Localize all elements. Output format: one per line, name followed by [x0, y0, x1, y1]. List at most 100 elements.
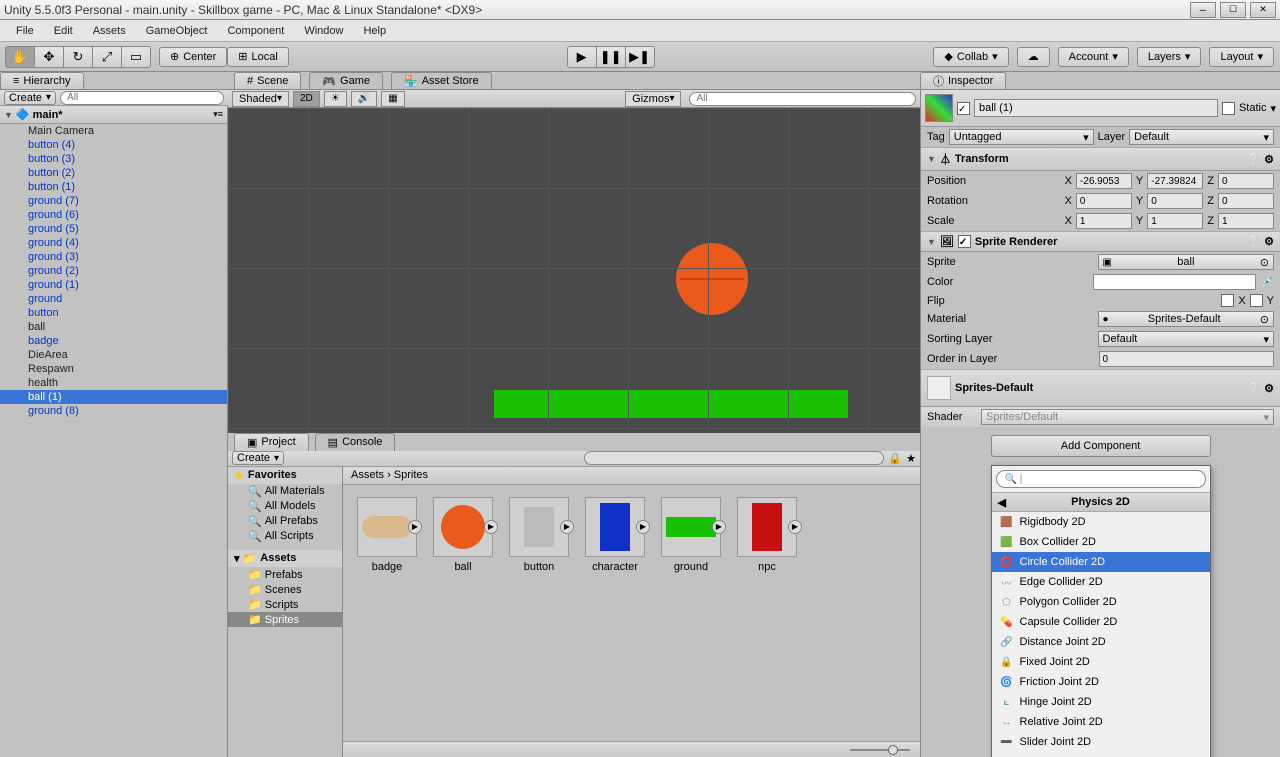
menu-assets[interactable]: Assets — [85, 23, 134, 39]
component-menu-item[interactable]: ➖Slider Joint 2D — [992, 732, 1210, 752]
rotation-z[interactable] — [1218, 193, 1274, 209]
menu-component[interactable]: Component — [219, 23, 292, 39]
gameobject-icon[interactable] — [925, 94, 953, 122]
asset-expand-icon[interactable]: ▶ — [408, 520, 422, 534]
hierarchy-item[interactable]: Respawn — [0, 362, 227, 376]
menu-file[interactable]: File — [8, 23, 42, 39]
hierarchy-item[interactable]: ground (2) — [0, 264, 227, 278]
move-tool[interactable]: ✥ — [34, 46, 64, 68]
favorite-item[interactable]: 🔍All Scripts — [228, 529, 342, 544]
hierarchy-item[interactable]: button (4) — [0, 138, 227, 152]
hierarchy-item[interactable]: button — [0, 306, 227, 320]
asset-expand-icon[interactable]: ▶ — [788, 520, 802, 534]
favorite-item[interactable]: 🔍All Models — [228, 499, 342, 514]
cloud-button[interactable]: ☁ — [1017, 47, 1050, 67]
transform-header[interactable]: ▼⏃ Transform❔ ⚙ — [921, 147, 1280, 171]
folder-item[interactable]: 📁 Scripts — [228, 597, 342, 612]
fx-toggle[interactable]: ▦ — [381, 91, 404, 107]
asset-item[interactable]: ▶npc — [735, 497, 799, 573]
scale-z[interactable] — [1218, 213, 1274, 229]
hierarchy-item[interactable]: badge — [0, 334, 227, 348]
hierarchy-item[interactable]: button (2) — [0, 166, 227, 180]
gameobject-name-input[interactable] — [974, 99, 1218, 117]
component-menu-item[interactable]: 💊Capsule Collider 2D — [992, 612, 1210, 632]
color-picker[interactable] — [1093, 274, 1257, 290]
asset-item[interactable]: ▶button — [507, 497, 571, 573]
shading-mode-dropdown[interactable]: Shaded ▾ — [232, 91, 289, 107]
hierarchy-tab[interactable]: ≡ Hierarchy — [0, 72, 84, 89]
project-search-input[interactable] — [584, 451, 884, 465]
add-component-button[interactable]: Add Component — [991, 435, 1211, 457]
component-search-input[interactable]: 🔍 | — [996, 470, 1206, 488]
asset-item[interactable]: ▶character — [583, 497, 647, 573]
inspector-tab[interactable]: ⓘ Inspector — [920, 72, 1006, 89]
hand-tool[interactable]: ✋ — [5, 46, 35, 68]
hierarchy-item[interactable]: ground (4) — [0, 236, 227, 250]
material-header[interactable]: Sprites-Default❔ ⚙ — [921, 369, 1280, 407]
menu-edit[interactable]: Edit — [46, 23, 81, 39]
asset-expand-icon[interactable]: ▶ — [636, 520, 650, 534]
asset-expand-icon[interactable]: ▶ — [484, 520, 498, 534]
rotation-x[interactable] — [1076, 193, 1132, 209]
favorite-item[interactable]: 🔍All Prefabs — [228, 514, 342, 529]
close-button[interactable]: ✕ — [1250, 2, 1276, 18]
hierarchy-scene-row[interactable]: ▼🔷 main*▾≡ — [0, 106, 227, 124]
component-menu-item[interactable]: 🔗Distance Joint 2D — [992, 632, 1210, 652]
hierarchy-item[interactable]: ball (1) — [0, 390, 227, 404]
flip-x-checkbox[interactable] — [1221, 294, 1234, 307]
component-menu-item[interactable]: ⭕Circle Collider 2D — [992, 552, 1210, 572]
lighting-toggle[interactable]: ☀ — [324, 91, 347, 107]
play-button[interactable]: ▶ — [567, 46, 597, 68]
assets-header[interactable]: ▾ 📁 Assets — [228, 550, 342, 567]
shader-dropdown[interactable]: Sprites/Default▾ — [981, 409, 1274, 425]
hierarchy-item[interactable]: ground (1) — [0, 278, 227, 292]
hierarchy-item[interactable]: button (3) — [0, 152, 227, 166]
component-menu-item[interactable]: 〰Edge Collider 2D — [992, 572, 1210, 592]
rect-tool[interactable]: ▭ — [121, 46, 151, 68]
component-menu-item[interactable]: 🟫Rigidbody 2D — [992, 512, 1210, 532]
back-icon[interactable]: ◀ — [998, 496, 1006, 509]
hierarchy-item[interactable]: ground (7) — [0, 194, 227, 208]
hierarchy-create-button[interactable]: Create ▾ — [4, 91, 56, 105]
2d-toggle[interactable]: 2D — [293, 91, 320, 107]
gameobject-active-checkbox[interactable] — [957, 102, 970, 115]
component-menu-item[interactable]: 〰Spring Joint 2D — [992, 752, 1210, 757]
project-create-button[interactable]: Create ▾ — [232, 451, 284, 465]
maximize-button[interactable]: ☐ — [1220, 2, 1246, 18]
component-menu-item[interactable]: ⟀Hinge Joint 2D — [992, 692, 1210, 712]
layers-button[interactable]: Layers ▾ — [1137, 47, 1202, 67]
hierarchy-item[interactable]: ground (5) — [0, 222, 227, 236]
folder-item[interactable]: 📁 Prefabs — [228, 567, 342, 582]
console-tab[interactable]: ▤ Console — [315, 433, 396, 451]
minimize-button[interactable]: ─ — [1190, 2, 1216, 18]
hierarchy-item[interactable]: ground (6) — [0, 208, 227, 222]
position-y[interactable] — [1147, 173, 1203, 189]
folder-item[interactable]: 📁 Sprites — [228, 612, 342, 627]
asset-expand-icon[interactable]: ▶ — [560, 520, 574, 534]
scene-object-ball[interactable] — [676, 243, 748, 315]
static-checkbox[interactable] — [1222, 102, 1235, 115]
component-menu-item[interactable]: 🟩Box Collider 2D — [992, 532, 1210, 552]
favorites-header[interactable]: ★Favorites — [228, 467, 342, 484]
sorting-layer-dropdown[interactable]: Default▾ — [1098, 331, 1275, 347]
rotate-tool[interactable]: ↻ — [63, 46, 93, 68]
hierarchy-item[interactable]: ground (3) — [0, 250, 227, 264]
scene-search-input[interactable] — [689, 92, 916, 106]
position-z[interactable] — [1218, 173, 1274, 189]
project-breadcrumb[interactable]: Assets › Sprites — [343, 467, 920, 485]
scene-viewport[interactable] — [228, 108, 920, 433]
scale-tool[interactable]: ⤢ — [92, 46, 122, 68]
component-menu-item[interactable]: ⬠Polygon Collider 2D — [992, 592, 1210, 612]
hierarchy-item[interactable]: ground — [0, 292, 227, 306]
scene-tab[interactable]: # Scene — [234, 72, 301, 89]
asset-item[interactable]: ▶ball — [431, 497, 495, 573]
eyedropper-icon[interactable]: 💉 — [1260, 276, 1274, 289]
hierarchy-item[interactable]: Main Camera — [0, 124, 227, 138]
thumbnail-size-slider[interactable] — [343, 741, 920, 757]
pause-button[interactable]: ❚❚ — [596, 46, 626, 68]
audio-toggle[interactable]: 🔊 — [351, 91, 377, 107]
gizmos-dropdown[interactable]: Gizmos ▾ — [625, 91, 681, 107]
folder-item[interactable]: 📁 Scenes — [228, 582, 342, 597]
sprite-renderer-header[interactable]: ▼🖼 Sprite Renderer❔ ⚙ — [921, 231, 1280, 252]
menu-gameobject[interactable]: GameObject — [138, 23, 216, 39]
